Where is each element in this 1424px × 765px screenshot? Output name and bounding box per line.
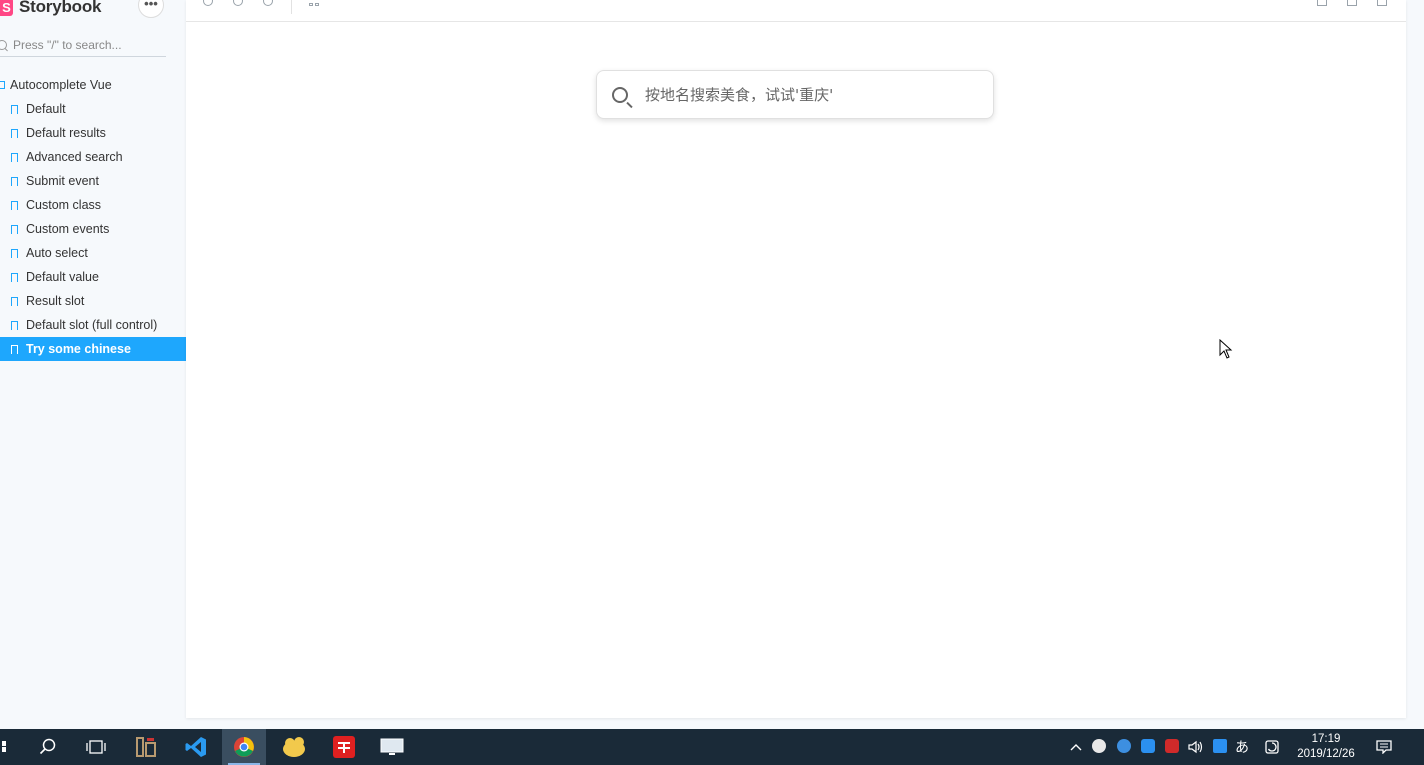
folder-icon — [0, 81, 5, 89]
taskbar-clock[interactable]: 17:19 2019/12/26 — [1290, 732, 1362, 762]
zoom-out-icon[interactable] — [233, 0, 243, 6]
toolbar-divider — [291, 0, 292, 14]
bookmark-icon — [11, 200, 18, 213]
story-item-label: Submit event — [26, 174, 99, 188]
story-item-active[interactable]: Try some chinese — [0, 337, 186, 361]
story-item[interactable]: Default results — [0, 121, 186, 145]
story-item-label: Try some chinese — [26, 342, 131, 356]
tray-expand-icon[interactable] — [1066, 729, 1086, 765]
story-item[interactable]: Default — [0, 97, 186, 121]
notifications-icon[interactable] — [1372, 729, 1396, 765]
task-view-icon[interactable] — [76, 729, 116, 765]
story-item[interactable]: Default value — [0, 265, 186, 289]
story-item[interactable]: Custom events — [0, 217, 186, 241]
wechat-icon[interactable] — [1092, 739, 1106, 753]
story-item[interactable]: Submit event — [0, 169, 186, 193]
story-item[interactable]: Default slot (full control) — [0, 313, 186, 337]
brand[interactable]: S Storybook — [0, 0, 101, 19]
story-item-label: Default value — [26, 270, 99, 284]
bookmark-icon — [11, 272, 18, 285]
bookmark-icon — [11, 104, 18, 117]
vscode-icon[interactable] — [176, 729, 216, 765]
bookmark-icon — [11, 344, 18, 357]
tree-group-autocomplete-vue[interactable]: Autocomplete Vue — [0, 73, 186, 97]
search-icon — [0, 40, 7, 50]
story-item-label: Default — [26, 102, 66, 116]
ime-indicator[interactable]: あ — [1232, 729, 1252, 765]
tree-group-label: Autocomplete Vue — [10, 78, 112, 92]
bookmark-icon — [11, 296, 18, 309]
remote-desktop-icon[interactable] — [372, 729, 412, 765]
storybook-logo-icon: S — [0, 0, 13, 16]
tray-timer-icon[interactable] — [1262, 729, 1282, 765]
clock-date: 2019/12/26 — [1297, 748, 1355, 760]
grid-icon[interactable] — [309, 0, 320, 7]
story-item-label: Advanced search — [26, 150, 123, 164]
tray-bubble-icon[interactable] — [1117, 739, 1131, 753]
bookmark-icon — [11, 248, 18, 261]
fullscreen-icon[interactable] — [1317, 0, 1327, 6]
zoom-reset-icon[interactable] — [263, 0, 273, 6]
bookmark-icon — [11, 152, 18, 165]
bookmark-icon — [11, 128, 18, 141]
story-item-label: Default slot (full control) — [26, 318, 158, 332]
story-item-label: Custom events — [26, 222, 110, 236]
sidebar: S Storybook ••• Autocomplete Vue Default… — [0, 0, 186, 729]
chrome-icon[interactable] — [222, 729, 266, 765]
autocomplete-input[interactable] — [645, 85, 965, 104]
search-icon[interactable] — [28, 729, 68, 765]
zoom-in-icon[interactable] — [203, 0, 213, 6]
story-item-label: Result slot — [26, 294, 85, 308]
windows-taskbar: あ 17:19 2019/12/26 — [0, 729, 1424, 765]
story-item-label: Auto select — [26, 246, 88, 260]
tray-pen-icon[interactable] — [1141, 739, 1155, 753]
youdao-dict-icon[interactable] — [322, 729, 366, 765]
story-item[interactable]: Advanced search — [0, 145, 186, 169]
story-tree: Autocomplete Vue Default Default results… — [0, 73, 186, 361]
sidebar-search — [0, 34, 166, 57]
copy-icon[interactable] — [1377, 0, 1387, 6]
volume-icon[interactable] — [1185, 729, 1207, 765]
app-icon-chick[interactable] — [272, 729, 316, 765]
autocomplete-search-box[interactable] — [596, 70, 994, 119]
share-icon[interactable] — [1347, 0, 1357, 6]
bookmark-icon — [11, 224, 18, 237]
brand-name: Storybook — [19, 0, 102, 16]
preview-toolbar — [186, 0, 1406, 22]
bookmark-icon — [11, 176, 18, 189]
bookmark-icon — [11, 320, 18, 333]
story-item[interactable]: Result slot — [0, 289, 186, 313]
story-item[interactable]: Custom class — [0, 193, 186, 217]
preview-panel — [186, 0, 1406, 718]
clock-time: 17:19 — [1311, 733, 1341, 745]
search-icon — [612, 86, 628, 103]
start-button[interactable] — [0, 729, 14, 765]
story-item-label: Default results — [26, 126, 106, 140]
tray-blue-star-icon[interactable] — [1213, 739, 1227, 753]
app-icon-tool[interactable] — [126, 729, 166, 765]
story-item[interactable]: Auto select — [0, 241, 186, 265]
sidebar-menu-button[interactable]: ••• — [138, 0, 164, 18]
tray-red-app-icon[interactable] — [1165, 739, 1179, 753]
search-input[interactable] — [13, 38, 163, 52]
story-item-label: Custom class — [26, 198, 102, 212]
